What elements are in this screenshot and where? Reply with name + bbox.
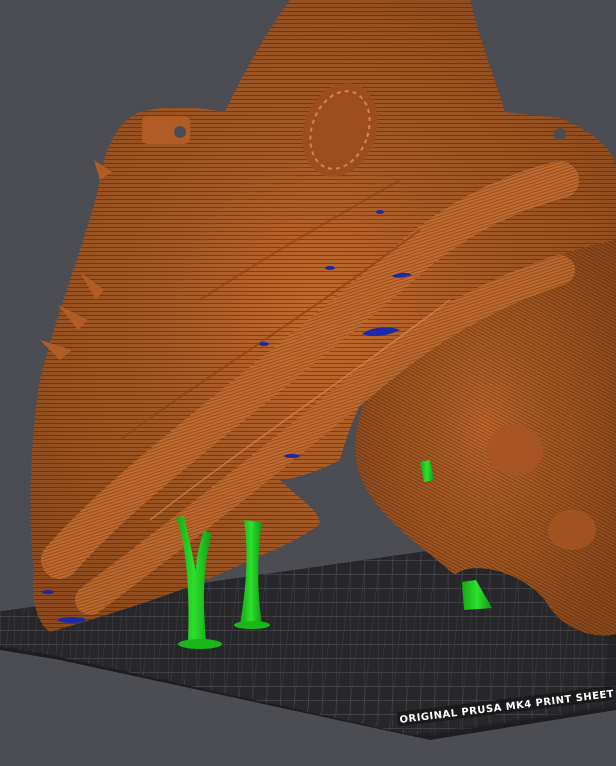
lattice-panel-right bbox=[487, 424, 543, 476]
scene-render[interactable]: ORIGINAL PRUSA MK4 PRINT SHEET bbox=[0, 0, 616, 766]
3d-viewport[interactable]: ORIGINAL PRUSA MK4 PRINT SHEET bbox=[0, 0, 616, 766]
